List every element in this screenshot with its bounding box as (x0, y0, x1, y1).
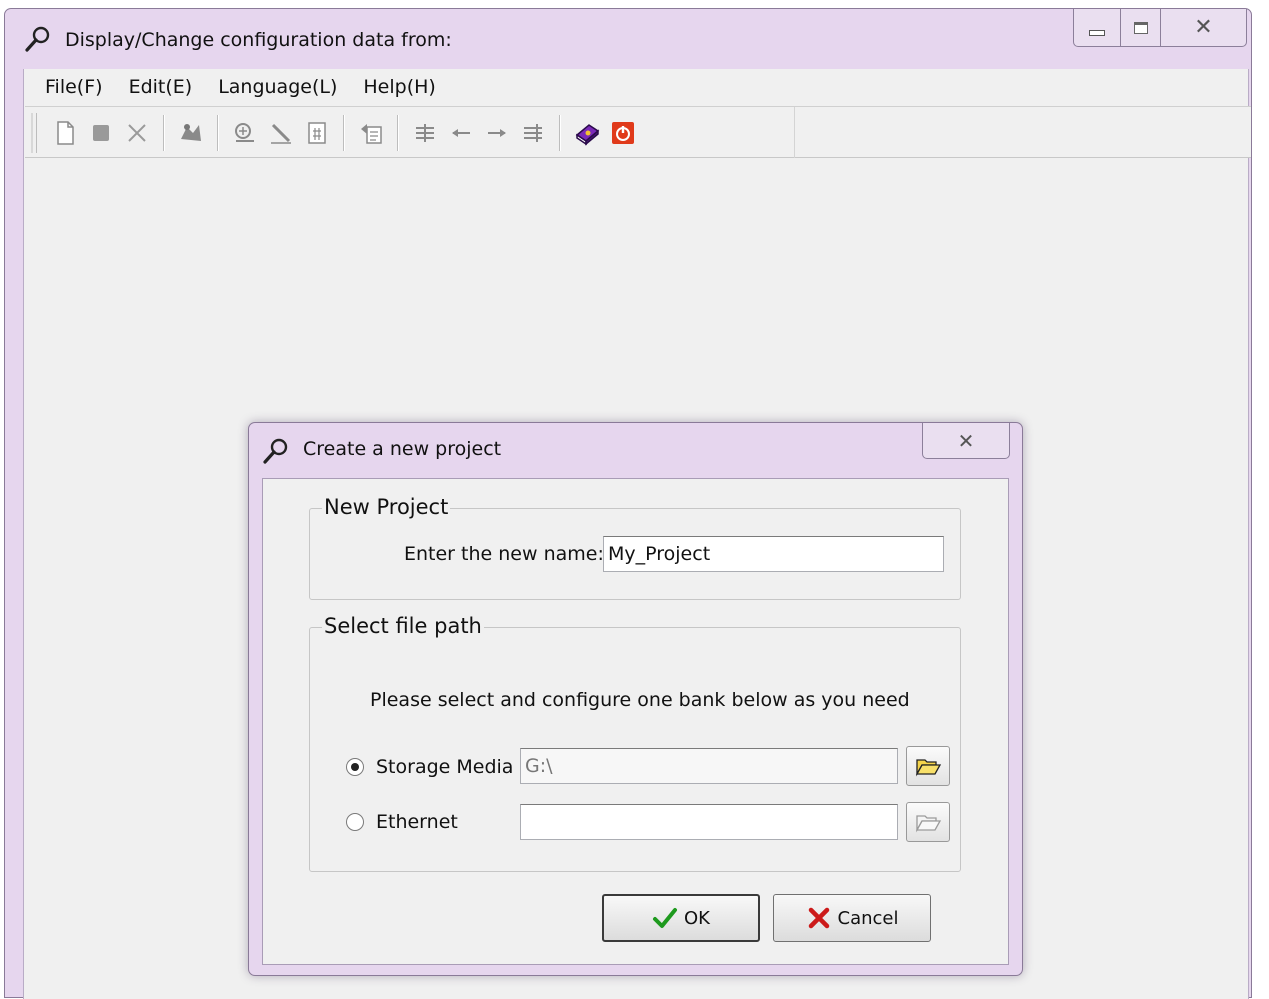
maximize-icon (1133, 21, 1148, 34)
toolbar-grip[interactable] (31, 112, 37, 153)
minimize-icon (1089, 29, 1105, 36)
ethernet-label: Ethernet (376, 811, 458, 833)
transfer-icon (181, 123, 201, 141)
file-path-group: Select file path Please select and confi… (309, 614, 961, 872)
new-project-legend: New Project (322, 495, 451, 519)
dialog-body: New Project Enter the new name: Select f… (262, 478, 1009, 965)
exit-button[interactable] (605, 113, 641, 153)
ok-button[interactable]: OK (602, 894, 760, 942)
new-file-button[interactable] (47, 113, 83, 153)
align-button[interactable] (515, 113, 551, 153)
arrow-right-button[interactable] (479, 113, 515, 153)
new-project-dialog: Create a new project ✕ New Project Enter… (248, 422, 1023, 976)
arrow-left-icon (452, 128, 470, 137)
window-controls: ✕ (1073, 9, 1247, 47)
close-icon: ✕ (1194, 15, 1213, 40)
toolbar (25, 106, 1251, 158)
stop-button[interactable] (83, 113, 119, 153)
storage-media-browse-button[interactable] (906, 746, 950, 786)
arrow-left-button[interactable] (443, 113, 479, 153)
ethernet-browse-button[interactable] (906, 802, 950, 842)
toolbar-separator (163, 114, 165, 151)
copy-button[interactable] (353, 113, 389, 153)
dialog-close-button[interactable]: ✕ (922, 423, 1010, 459)
menu-language[interactable]: Language(L) (205, 76, 350, 98)
storage-media-label: Storage Media (376, 756, 514, 778)
file-path-instruction: Please select and configure one bank bel… (370, 689, 910, 711)
transfer-button[interactable] (173, 113, 209, 153)
project-name-label: Enter the new name: (404, 543, 604, 565)
edit-icon (271, 123, 291, 144)
minimize-button[interactable] (1073, 9, 1121, 47)
new-file-icon (57, 120, 74, 145)
ethernet-address-input[interactable] (520, 804, 898, 840)
toolbar-separator (217, 114, 219, 151)
menu-edit[interactable]: Edit(E) (116, 76, 206, 98)
arrow-right-icon (488, 128, 506, 137)
find-icon (235, 122, 254, 142)
help-book-icon (575, 123, 600, 146)
toolbar-separator (559, 114, 561, 151)
copy-icon (361, 123, 382, 144)
project-name-input[interactable] (603, 536, 944, 572)
toolbar-separator (397, 114, 399, 151)
align-center-button[interactable] (407, 113, 443, 153)
power-exit-icon (612, 121, 634, 144)
dialog-title: Create a new project (303, 438, 502, 460)
toolbar-buttons (25, 107, 795, 158)
close-button[interactable]: ✕ (1161, 9, 1247, 47)
cancel-button-label: Cancel (837, 907, 899, 929)
calculator-icon (308, 121, 326, 144)
menu-file[interactable]: File(F) (32, 76, 116, 98)
menu-bar: File(F) Edit(E) Language(L) Help(H) (24, 69, 1248, 105)
file-path-legend: Select file path (322, 614, 484, 638)
folder-open-icon (915, 815, 942, 833)
radio-selected-dot (351, 763, 359, 771)
storage-media-radio[interactable] (346, 758, 364, 776)
delete-button[interactable] (119, 113, 155, 153)
ok-button-label: OK (684, 907, 710, 929)
new-project-group: New Project Enter the new name: (309, 495, 961, 600)
cancel-x-icon (808, 907, 829, 929)
storage-media-option[interactable]: Storage Media (346, 751, 513, 783)
ethernet-option[interactable]: Ethernet (346, 806, 458, 838)
edit-button[interactable] (263, 113, 299, 153)
wrench-icon (263, 438, 288, 464)
folder-open-icon (915, 759, 942, 777)
align-icon (524, 123, 542, 142)
storage-media-path-input[interactable] (520, 748, 898, 784)
checkmark-icon (653, 908, 677, 928)
toolbar-separator (343, 114, 345, 151)
menu-help[interactable]: Help(H) (350, 76, 448, 98)
stop-icon (93, 124, 109, 141)
ethernet-radio[interactable] (346, 813, 364, 831)
main-title-bar[interactable]: Display/Change configuration data from: … (5, 9, 1251, 69)
align-center-icon (416, 123, 434, 142)
find-button[interactable] (227, 113, 263, 153)
help-book-button[interactable] (569, 113, 605, 153)
wrench-icon (25, 26, 50, 52)
maximize-button[interactable] (1121, 9, 1161, 47)
delete-icon (128, 123, 146, 142)
cancel-button[interactable]: Cancel (773, 894, 931, 942)
calculator-button[interactable] (299, 113, 335, 153)
close-icon: ✕ (957, 428, 975, 453)
main-window-title: Display/Change configuration data from: (65, 29, 452, 51)
